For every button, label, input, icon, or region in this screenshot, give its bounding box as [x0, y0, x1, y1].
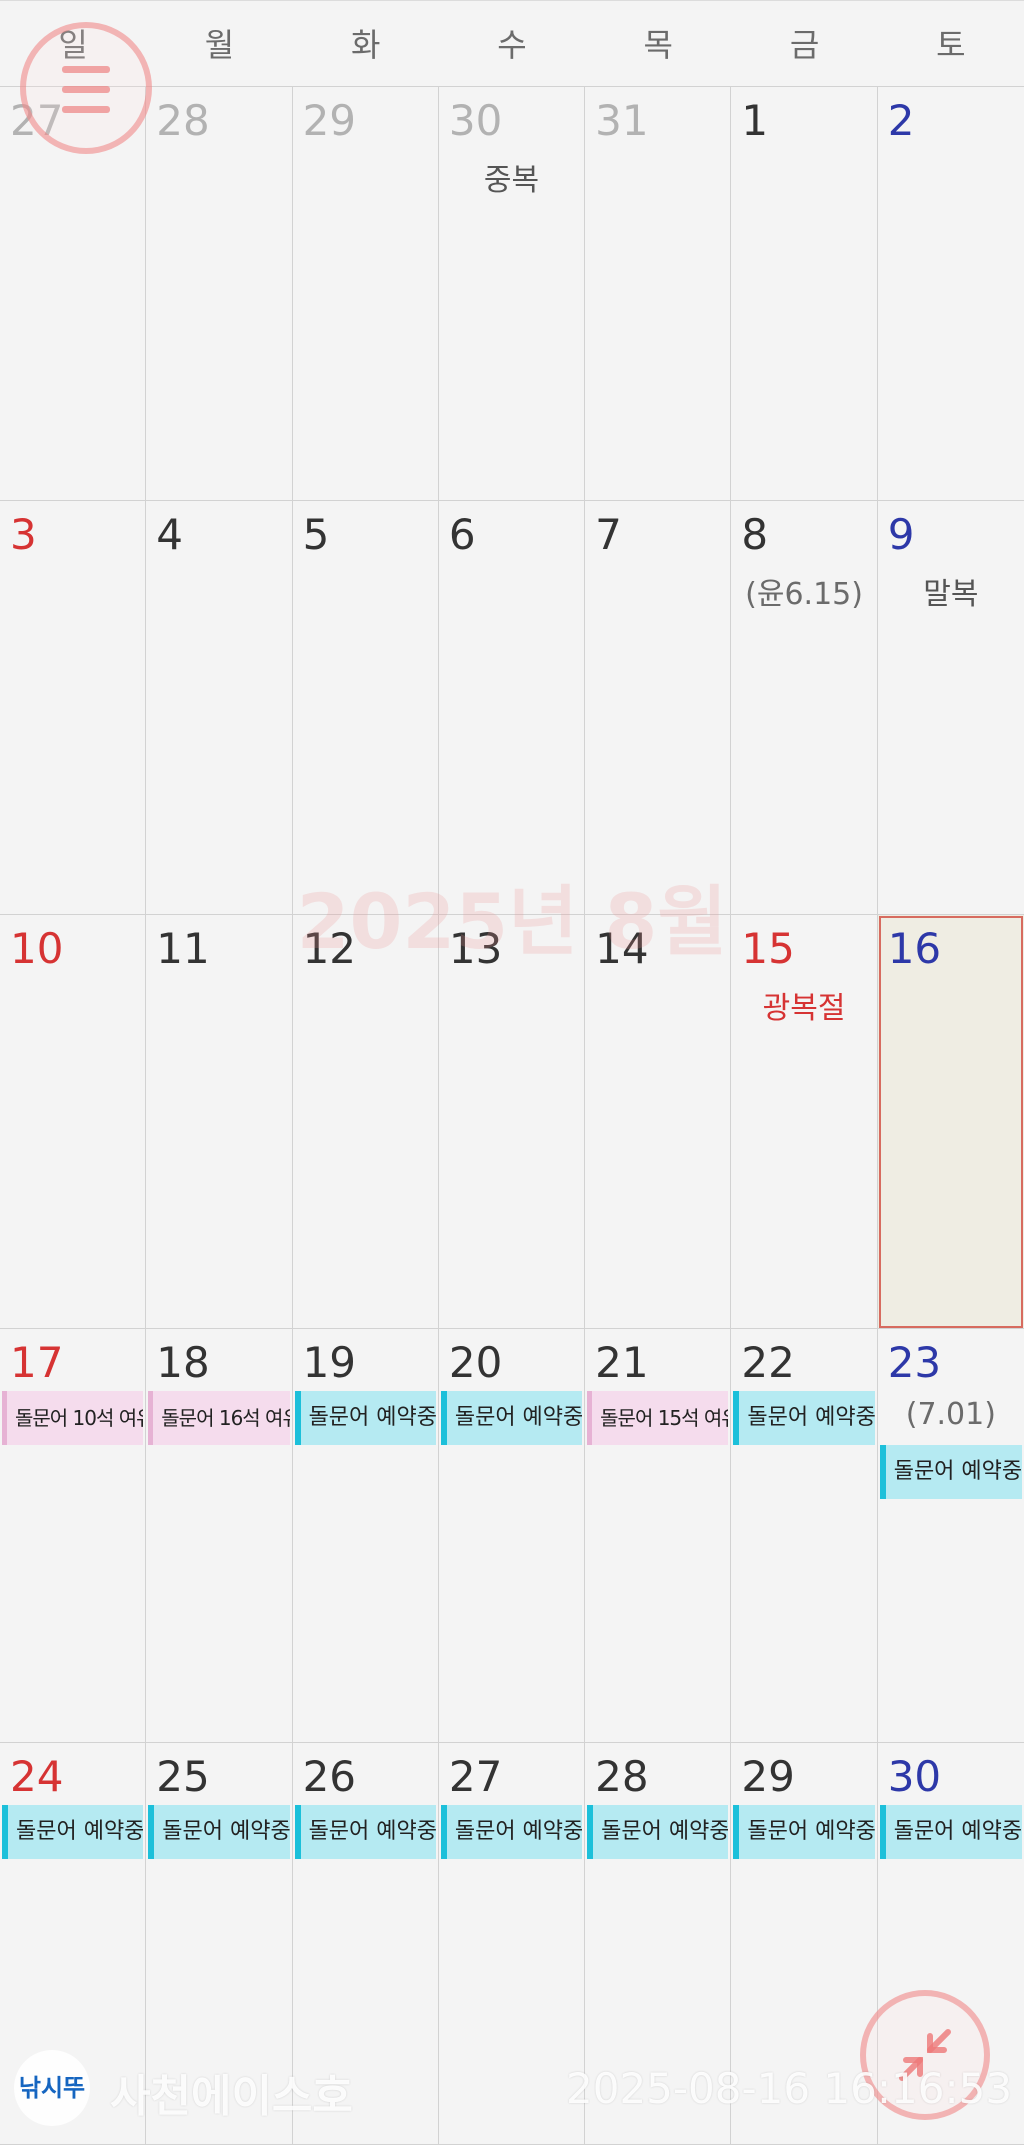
day-cell[interactable]: 21 돌문어 15석 여유	[585, 1329, 732, 1743]
day-number: 21	[595, 1338, 649, 1387]
day-cell[interactable]: 31	[585, 87, 732, 501]
day-cell[interactable]: 15 광복절	[731, 915, 878, 1329]
day-cell[interactable]: 17 돌문어 10석 여유	[0, 1329, 147, 1743]
event-reserved[interactable]: 돌문어 예약중	[733, 1805, 875, 1859]
day-cell[interactable]: 3	[0, 501, 147, 915]
event-reserved[interactable]: 돌문어 예약중	[587, 1805, 729, 1859]
day-number: 12	[302, 924, 357, 973]
day-cell[interactable]: 9 말복	[877, 501, 1024, 915]
event-reserved[interactable]: 돌문어 예약중	[879, 1805, 1022, 1859]
day-number: 13	[448, 924, 503, 973]
day-cell[interactable]: 28	[146, 87, 293, 501]
day-number: 7	[595, 510, 622, 559]
weekday-sat: 토	[936, 26, 966, 64]
day-note: 중복	[483, 163, 540, 198]
day-cell[interactable]: 19 돌문어 예약중	[292, 1329, 439, 1743]
event-reserved[interactable]: 돌문어 예약중	[294, 1391, 436, 1445]
day-number: 31	[595, 96, 649, 145]
day-number: 1	[741, 96, 769, 145]
event-reserved[interactable]: 돌문어 예약중	[733, 1391, 875, 1445]
timestamp: 2025-08-16 16:16:53	[566, 2064, 1013, 2113]
day-cell[interactable]: 18 돌문어 16석 여유	[146, 1329, 293, 1743]
event-reserved[interactable]: 돌문어 예약중	[879, 1445, 1022, 1499]
app-logo: 낚시뚜	[14, 2050, 90, 2126]
day-cell[interactable]: 30 중복	[438, 87, 586, 501]
day-number: 9	[887, 510, 915, 559]
day-number: 22	[741, 1338, 795, 1387]
weekday-fri: 금	[789, 26, 820, 64]
day-number: 11	[156, 924, 210, 973]
weekday-mon: 월	[204, 26, 235, 64]
day-number: 27	[448, 1752, 503, 1801]
day-cell[interactable]: 7	[585, 501, 732, 915]
calendar-grid: 27 28 29 30 중복 31 1 2 3 4 5 6 7 8 (윤6.15) 9 말복 10 11 12 13 14…	[0, 86, 1024, 2145]
day-cell[interactable]: 14	[585, 915, 732, 1329]
day-number: 2	[887, 96, 915, 145]
day-cell[interactable]: 8 (윤6.15)	[731, 501, 878, 915]
day-number: 17	[10, 1338, 64, 1387]
day-cell[interactable]: 6	[438, 501, 586, 915]
menu-button[interactable]	[20, 22, 152, 154]
weekday-thu: 목	[643, 26, 673, 64]
day-number: 20	[448, 1338, 503, 1387]
day-number: 16	[887, 924, 942, 973]
day-number: 26	[302, 1752, 357, 1801]
weekday-wed: 수	[497, 26, 527, 64]
event-available[interactable]: 돌문어 10석 여유	[2, 1391, 144, 1445]
day-cell[interactable]: 12	[292, 915, 439, 1329]
day-note: 말복	[923, 577, 979, 612]
holiday-label: 광복절	[762, 991, 846, 1026]
event-reserved[interactable]: 돌문어 예약중	[294, 1805, 436, 1859]
day-cell[interactable]: 29	[292, 87, 439, 501]
event-reserved[interactable]: 돌문어 예약중	[440, 1391, 583, 1445]
day-number: 23	[887, 1338, 942, 1387]
day-cell[interactable]: 5	[292, 501, 439, 915]
day-cell[interactable]: 22 돌문어 예약중	[731, 1329, 878, 1743]
weekday-header: 일 월 화 수 목 금 토	[0, 0, 1024, 88]
day-cell[interactable]: 16	[877, 915, 1024, 1329]
day-number: 14	[595, 924, 649, 973]
day-number: 28	[156, 96, 210, 145]
event-reserved[interactable]: 돌문어 예약중	[148, 1805, 290, 1859]
day-number: 10	[10, 924, 64, 973]
day-number: 5	[302, 510, 330, 559]
weekday-tue: 화	[350, 26, 381, 64]
event-available[interactable]: 돌문어 16석 여유	[148, 1391, 290, 1445]
event-reserved[interactable]: 돌문어 예약중	[2, 1805, 144, 1859]
day-cell[interactable]: 1	[731, 87, 878, 501]
day-number: 6	[448, 510, 476, 559]
day-cell[interactable]: 23 (7.01) 돌문어 예약중	[877, 1329, 1024, 1743]
day-cell[interactable]: 27 돌문어 예약중	[438, 1743, 586, 2145]
day-number: 3	[10, 510, 37, 559]
day-cell[interactable]: 20 돌문어 예약중	[438, 1329, 586, 1743]
day-number: 28	[595, 1752, 649, 1801]
day-number: 29	[302, 96, 357, 145]
day-number: 15	[741, 924, 795, 973]
event-reserved[interactable]: 돌문어 예약중	[440, 1805, 583, 1859]
day-cell[interactable]: 10	[0, 915, 147, 1329]
event-available[interactable]: 돌문어 15석 여유	[587, 1391, 729, 1445]
day-cell[interactable]: 2	[877, 87, 1024, 501]
day-number: 30	[887, 1752, 942, 1801]
day-number: 18	[156, 1338, 210, 1387]
day-number: 25	[156, 1752, 210, 1801]
lunar-date: (7.01)	[905, 1397, 996, 1432]
day-cell[interactable]: 13	[438, 915, 586, 1329]
day-number: 24	[10, 1752, 64, 1801]
day-number: 30	[448, 96, 503, 145]
day-number: 19	[302, 1338, 357, 1387]
day-number: 4	[156, 510, 184, 559]
lunar-date: (윤6.15)	[745, 577, 863, 612]
day-number: 29	[741, 1752, 795, 1801]
day-cell[interactable]: 11	[146, 915, 293, 1329]
boat-name: 사천에이스호	[110, 2071, 353, 2122]
day-cell[interactable]: 4	[146, 501, 293, 915]
day-number: 8	[741, 510, 769, 559]
